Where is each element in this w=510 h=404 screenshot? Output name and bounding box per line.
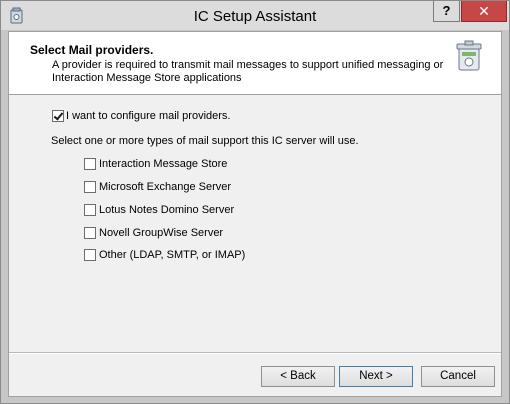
option-novell-groupwise-server[interactable]: Novell GroupWise Server [84, 227, 223, 241]
cancel-button[interactable]: Cancel [421, 366, 495, 387]
page-description: A provider is required to transmit mail … [52, 59, 444, 84]
checkbox-icon[interactable] [84, 158, 96, 171]
back-button[interactable]: < Back [261, 366, 335, 387]
checkbox-icon[interactable] [84, 204, 96, 217]
help-button[interactable]: ? [433, 1, 460, 22]
checkbox-icon[interactable] [84, 249, 96, 262]
page-title: Select Mail providers. [30, 43, 154, 57]
checkbox-icon[interactable] [84, 181, 96, 194]
wizard-bin-icon [455, 40, 483, 72]
checkbox-checked-icon[interactable] [52, 110, 64, 123]
close-button[interactable]: ✕ [461, 1, 507, 22]
option-other-ldap-smtp-imap[interactable]: Other (LDAP, SMTP, or IMAP) [84, 249, 245, 263]
checkbox-icon[interactable] [84, 227, 96, 240]
option-label: Interaction Message Store [99, 158, 228, 171]
footer-divider [9, 352, 501, 354]
next-button[interactable]: Next > [339, 366, 413, 387]
option-interaction-message-store[interactable]: Interaction Message Store [84, 158, 227, 172]
wizard-header: Select Mail providers. A provider is req… [9, 32, 501, 95]
title-bar[interactable]: IC Setup Assistant ? ✕ [1, 1, 509, 30]
configure-mail-providers-checkbox[interactable]: I want to configure mail providers. [52, 110, 230, 124]
instruction-text: Select one or more types of mail support… [51, 135, 359, 147]
option-label: Novell GroupWise Server [99, 227, 224, 240]
setup-window: IC Setup Assistant ? ✕ Select Mail provi… [0, 0, 510, 404]
option-label: Other (LDAP, SMTP, or IMAP) [99, 249, 246, 262]
wizard-page: Select Mail providers. A provider is req… [8, 31, 502, 397]
option-microsoft-exchange-server[interactable]: Microsoft Exchange Server [84, 181, 231, 195]
option-label: Microsoft Exchange Server [99, 181, 232, 194]
option-lotus-notes-domino-server[interactable]: Lotus Notes Domino Server [84, 204, 234, 218]
option-label: Lotus Notes Domino Server [99, 204, 235, 217]
configure-mail-providers-label: I want to configure mail providers. [66, 110, 231, 123]
